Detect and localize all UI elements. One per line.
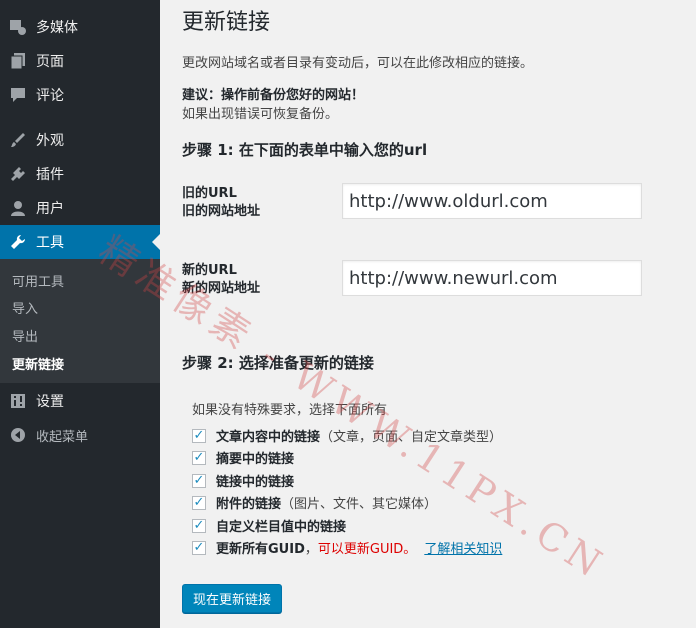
option-attachments[interactable]: ✓ 附件的链接 （图片、文件、其它媒体） [192,493,437,512]
menu-item-comments[interactable]: 评论 [0,78,160,112]
settings-icon [8,391,28,411]
checkbox-checked[interactable]: ✓ [192,428,206,443]
option-label: 链接中的链接 [216,475,295,490]
option-label: 文章内容中的链接 [216,430,321,445]
menu-item-appearance[interactable]: 外观 [0,123,160,157]
tools-icon [8,232,28,252]
option-label: 附件的链接 [216,497,282,512]
comments-icon [8,85,28,105]
step2-heading: 步骤 2: 选择准备更新的链接 [182,354,374,372]
pages-icon [8,51,28,71]
collapse-menu-button[interactable]: 收起菜单 [0,418,160,452]
menu-label: 评论 [36,88,64,104]
old-url-input[interactable] [342,183,642,219]
submenu-export[interactable]: 导出 [12,326,38,345]
page-description: 更改网站域名或者目录有变动后，可以在此修改相应的链接。 [182,56,534,71]
option-label: 自定义栏目值中的链接 [216,520,347,535]
old-url-label-line2: 旧的网站地址 [182,204,261,219]
old-url-label-line1: 旧的URL [182,186,237,201]
menu-label: 用户 [36,201,64,217]
guid-warning: 可以更新GUID。 [317,542,417,557]
menu-label: 页面 [36,54,64,70]
menu-item-tools[interactable]: 工具 [0,225,160,259]
menu-label: 设置 [36,394,64,410]
page-title: 更新链接 [182,10,271,35]
menu-label: 收起菜单 [36,429,89,445]
menu-item-media[interactable]: 多媒体 [0,10,160,44]
new-url-label: 新的URL 新的网站地址 [182,262,260,298]
option-label: 摘要中的链接 [216,452,295,467]
option-detail: ， [304,542,318,557]
option-detail: （文章，页面、自定文章类型） [320,430,503,445]
new-url-label-line2: 新的网站地址 [182,281,261,296]
checkbox-checked[interactable]: ✓ [192,540,206,555]
checkbox-checked[interactable]: ✓ [192,450,206,465]
submenu-import[interactable]: 导入 [12,298,38,317]
checkbox-checked[interactable]: ✓ [192,518,206,533]
backup-note: 如果出现错误可恢复备份。 [182,107,339,122]
menu-item-settings[interactable]: 设置 [0,384,160,418]
step1-heading: 步骤 1: 在下面的表单中输入您的url [182,141,428,159]
option-post-content[interactable]: ✓ 文章内容中的链接 （文章，页面、自定文章类型） [192,426,502,445]
old-url-label: 旧的URL 旧的网站地址 [182,185,260,221]
learn-more-link[interactable]: 了解相关知识 [424,538,502,557]
option-custom-fields[interactable]: ✓ 自定义栏目值中的链接 [192,516,346,535]
checkbox-checked[interactable]: ✓ [192,495,206,510]
new-url-label-line1: 新的URL [182,263,237,278]
submenu-update-links[interactable]: 更新链接 [12,354,64,373]
menu-label: 插件 [36,167,64,183]
plugins-icon [8,164,28,184]
checkbox-checked[interactable]: ✓ [192,473,206,488]
media-icon [8,17,28,37]
menu-label: 工具 [36,235,64,251]
menu-label: 多媒体 [36,20,78,36]
option-links[interactable]: ✓ 链接中的链接 [192,471,294,490]
option-excerpts[interactable]: ✓ 摘要中的链接 [192,448,294,467]
menu-item-users[interactable]: 用户 [0,191,160,225]
submenu-available-tools[interactable]: 可用工具 [12,271,64,290]
tools-submenu: 可用工具 导入 导出 更新链接 [0,259,160,383]
update-links-button[interactable]: 现在更新链接 [182,584,283,613]
new-url-input[interactable] [342,260,642,296]
appearance-icon [8,130,28,150]
step2-note: 如果没有特殊要求，选择下面所有 [192,403,388,418]
option-detail: （图片、文件、其它媒体） [281,497,438,512]
menu-label: 外观 [36,133,64,149]
menu-item-plugins[interactable]: 插件 [0,157,160,191]
users-icon [8,198,28,218]
collapse-icon [8,425,28,445]
option-label: 更新所有GUID [216,542,305,557]
admin-sidebar: 多媒体 页面 评论 外观 插件 用户 工具 可用工具 导入 导出 更新链接 设置… [0,0,160,628]
backup-suggestion: 建议：操作前备份您好的网站！ [182,88,365,103]
menu-item-pages[interactable]: 页面 [0,44,160,78]
option-guids[interactable]: ✓ 更新所有GUID ， 可以更新GUID。 了解相关知识 [192,538,502,557]
